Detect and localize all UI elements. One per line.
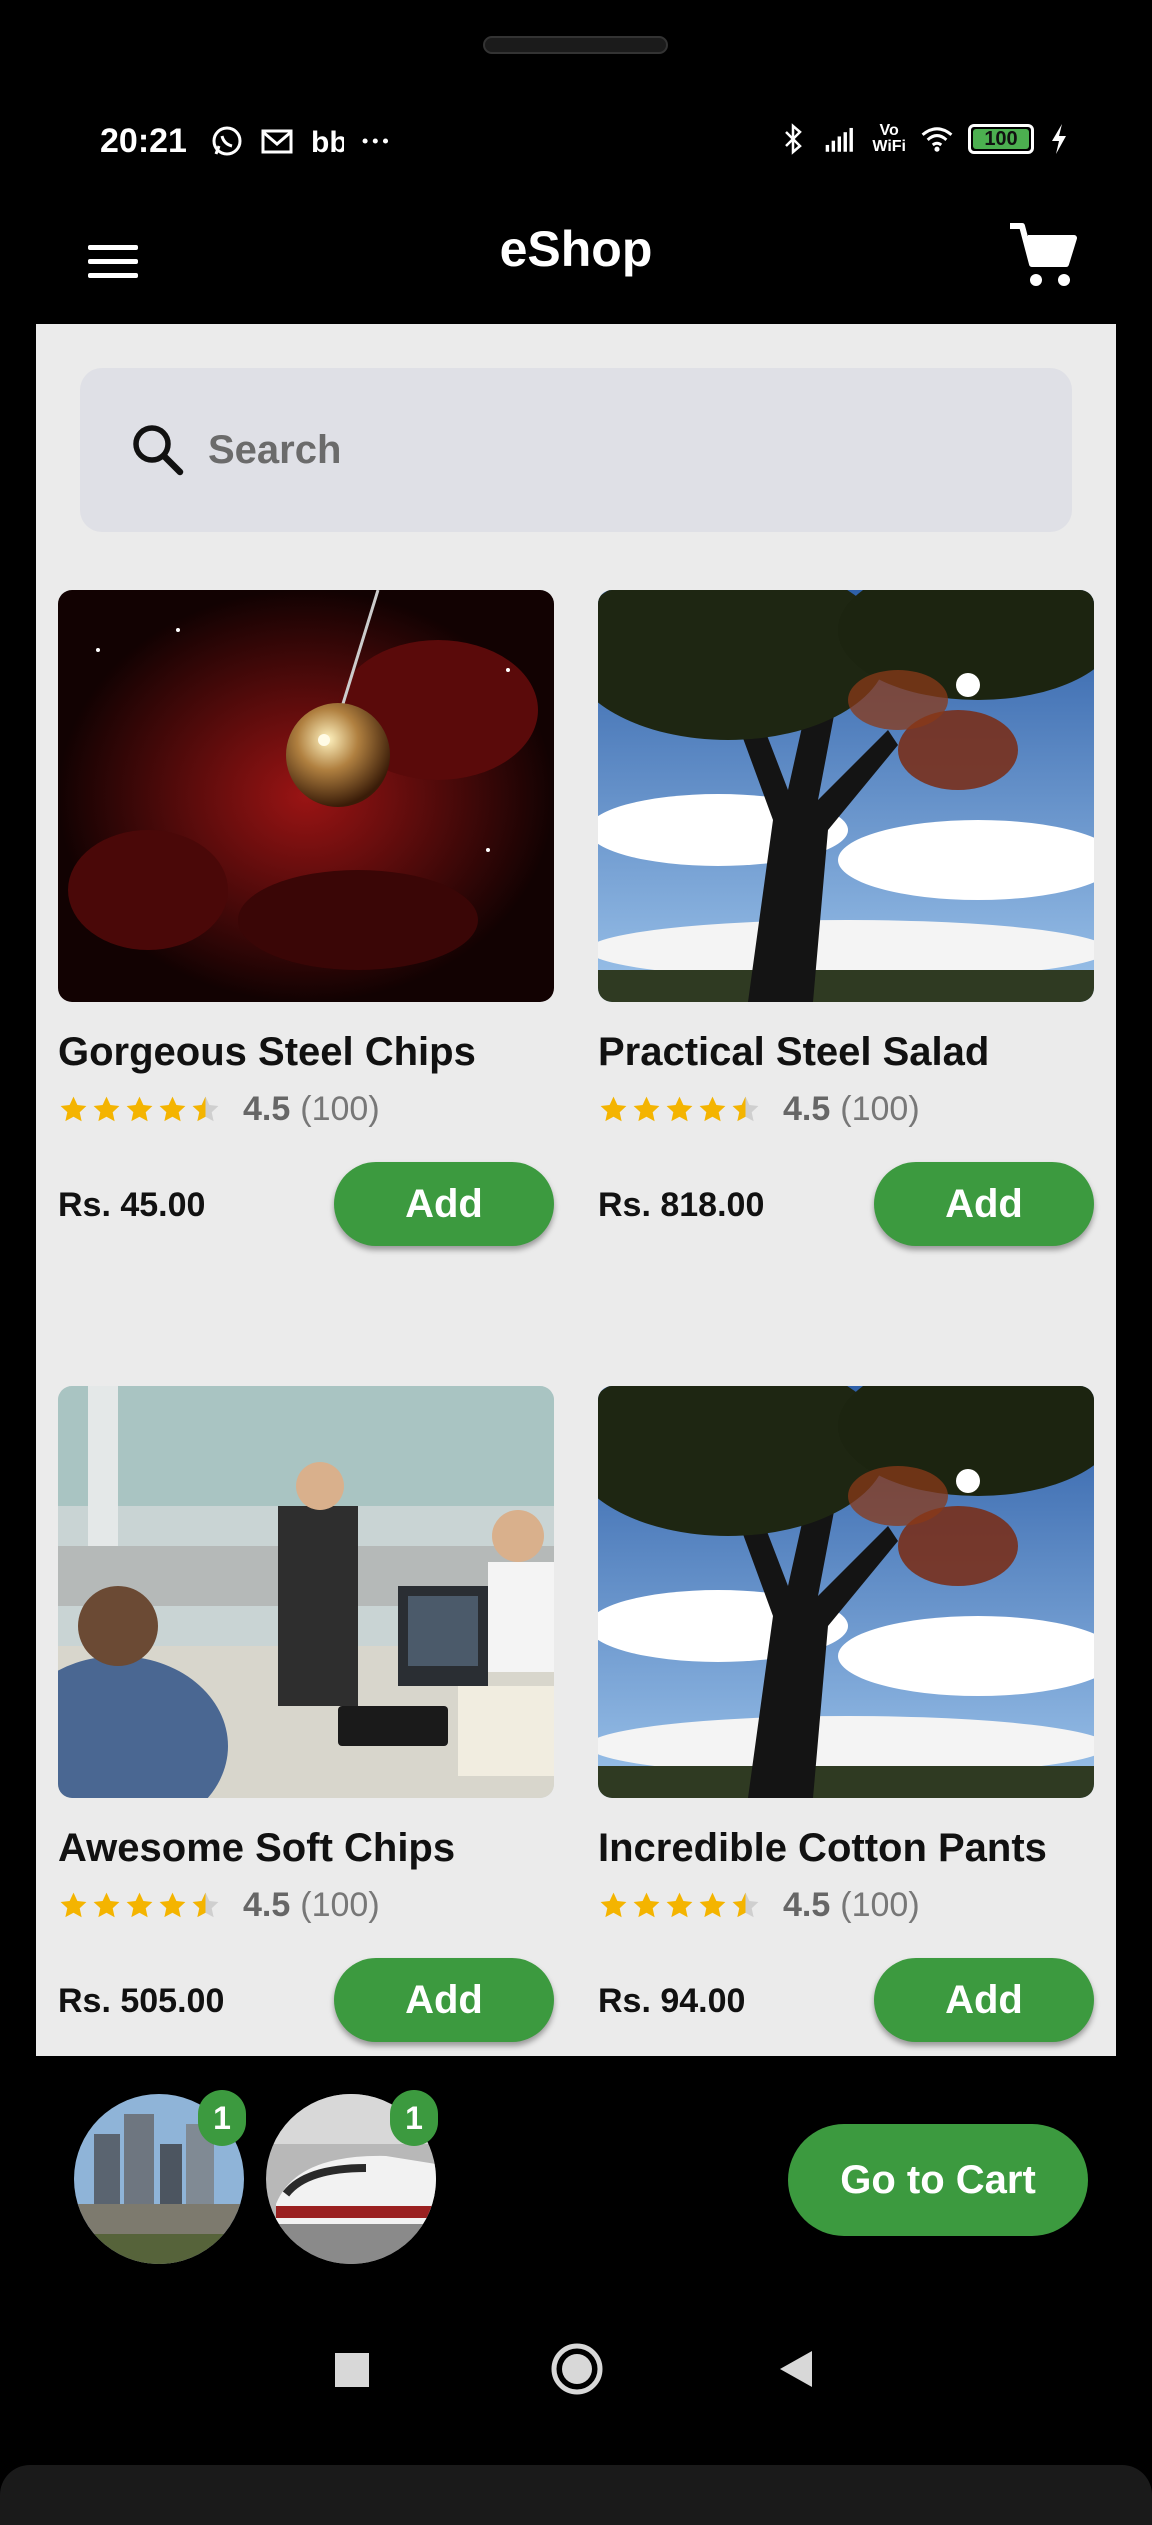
status-bar: 20:21 bb Vo WiFi 100 [100, 118, 1070, 166]
star-half-icon [732, 1892, 759, 1918]
recents-icon[interactable] [332, 2350, 372, 2390]
battery-level: 100 [984, 127, 1018, 150]
star-icon [126, 1096, 153, 1122]
product-rating: 4.5 (100) [58, 1090, 380, 1129]
star-icon [633, 1892, 660, 1918]
rating-count: (100) [840, 1090, 920, 1128]
star-half-icon [192, 1892, 219, 1918]
star-rating [598, 1094, 761, 1125]
battery-icon: 100 [968, 124, 1034, 154]
rating-value: 4.5 [783, 1090, 831, 1128]
product-name: Gorgeous Steel Chips [58, 1030, 476, 1074]
cart-item-badge: 1 [390, 2090, 438, 2146]
star-half-icon [732, 1096, 759, 1122]
phone-frame: 20:21 bb Vo WiFi 100 eShop Search Gorgeo… [0, 0, 1152, 2525]
product-price: Rs. 45.00 [58, 1186, 206, 1224]
product-price: Rs. 505.00 [58, 1982, 225, 2020]
star-rating [598, 1890, 761, 1921]
add-to-cart-button[interactable]: Add [874, 1162, 1094, 1246]
rating-count: (100) [300, 1886, 380, 1924]
search-input[interactable] [208, 408, 1028, 492]
search-icon [133, 425, 184, 476]
product-price: Rs. 818.00 [598, 1186, 765, 1224]
star-icon [666, 1892, 693, 1918]
back-icon[interactable] [776, 2348, 816, 2390]
rating-value: 4.5 [243, 1090, 291, 1128]
star-icon [159, 1096, 186, 1122]
rating-count: (100) [300, 1090, 380, 1128]
product-card[interactable]: Incredible Cotton Pants 4.5 (100) Rs. 94… [598, 1386, 1094, 2042]
app-title: eShop [499, 221, 653, 277]
star-icon [600, 1096, 627, 1122]
product-image[interactable] [58, 590, 554, 1002]
star-icon [126, 1892, 153, 1918]
product-rating: 4.5 (100) [58, 1886, 380, 1925]
bluetooth-icon [785, 123, 803, 155]
product-card[interactable]: Awesome Soft Chips 4.5 (100) Rs. 505.00 … [58, 1386, 554, 2042]
rating-count: (100) [840, 1886, 920, 1924]
star-rating [58, 1890, 221, 1921]
product-card[interactable]: Practical Steel Salad 4.5 (100) Rs. 818.… [598, 590, 1094, 1246]
star-icon [633, 1096, 660, 1122]
phone-chin [0, 2465, 1152, 2525]
product-rating: 4.5 (100) [598, 1886, 920, 1925]
vowifi-top-text: Vo [879, 122, 899, 139]
star-icon [699, 1892, 726, 1918]
star-icon [93, 1096, 120, 1122]
go-to-cart-button[interactable]: Go to Cart [788, 2124, 1088, 2236]
app-bar: eShop [0, 200, 1152, 320]
star-icon [60, 1892, 87, 1918]
star-icon [159, 1892, 186, 1918]
star-icon [60, 1096, 87, 1122]
product-list[interactable]: Gorgeous Steel Chips 4.5 (100) Rs. 45.00… [36, 324, 1116, 2056]
product-price: Rs. 94.00 [598, 1982, 746, 2020]
star-icon [600, 1892, 627, 1918]
product-image[interactable] [58, 1386, 554, 1798]
vowifi-icon: Vo WiFi [872, 123, 906, 155]
home-icon[interactable] [550, 2342, 604, 2396]
status-time: 20:21 [100, 122, 187, 160]
product-name: Awesome Soft Chips [58, 1826, 456, 1870]
product-image[interactable] [598, 590, 1094, 1002]
search-bar[interactable] [80, 368, 1072, 532]
star-icon [666, 1096, 693, 1122]
signal-icon [826, 127, 854, 152]
product-name: Incredible Cotton Pants [598, 1826, 1047, 1870]
add-to-cart-button[interactable]: Add [334, 1162, 554, 1246]
cart-icon[interactable] [1004, 216, 1084, 296]
product-rating: 4.5 (100) [598, 1090, 920, 1129]
star-half-icon [192, 1096, 219, 1122]
cart-item-badge: 1 [198, 2090, 246, 2146]
rating-value: 4.5 [243, 1886, 291, 1924]
earpiece-speaker [483, 36, 668, 54]
bb-icon: bb [311, 126, 344, 158]
add-to-cart-button[interactable]: Add [874, 1958, 1094, 2042]
star-icon [93, 1892, 120, 1918]
product-card[interactable]: Gorgeous Steel Chips 4.5 (100) Rs. 45.00… [58, 590, 554, 1246]
more-dots-icon [362, 138, 389, 144]
svg-text:bb: bb [311, 126, 344, 158]
rating-value: 4.5 [783, 1886, 831, 1924]
wifi-icon [921, 127, 953, 152]
add-to-cart-button[interactable]: Add [334, 1958, 554, 2042]
product-name: Practical Steel Salad [598, 1030, 990, 1074]
star-rating [58, 1094, 221, 1125]
gmail-icon [261, 129, 293, 154]
vowifi-bottom-text: WiFi [872, 138, 906, 155]
product-image[interactable] [598, 1386, 1094, 1798]
whatsapp-icon [212, 126, 242, 156]
star-icon [699, 1096, 726, 1122]
charging-icon [1052, 124, 1066, 154]
